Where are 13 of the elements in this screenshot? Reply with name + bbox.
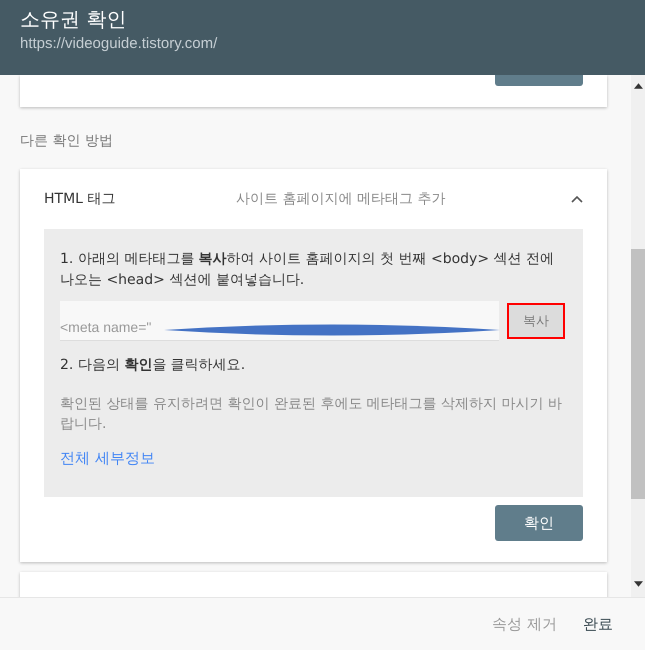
site-url: https://videoguide.tistory.com/: [20, 34, 218, 54]
dialog-title: 소유권 확인: [20, 6, 128, 32]
section-label: 다른 확인 방법: [20, 132, 114, 151]
copy-button[interactable]: 복사: [507, 303, 565, 339]
step-text: 1. 아래의 메타태그를 복사하여 사이트 홈페이지의 첫 번째 <body> 섹션 전에 나오는 <head> 섹션에 붙여넣습니다.: [60, 250, 555, 290]
step-text: 2. 다음의 확인을 클릭하세요.: [60, 356, 246, 375]
footer-button[interactable]: 속성 제거: [484, 608, 565, 640]
note-text: 확인된 상태를 유지하려면 확인이 완료된 후에도 메타태그를 삭제하지 마시기 바랍니다.: [60, 395, 564, 434]
footer-button[interactable]: 완료: [575, 608, 621, 640]
details-link[interactable]: 전체 세부정보: [60, 449, 155, 467]
verify-button[interactable]: 확인: [495, 505, 583, 541]
method-title: HTML 태그: [44, 190, 116, 208]
method-description: 사이트 홈페이지에 메타태그 추가: [236, 190, 446, 208]
